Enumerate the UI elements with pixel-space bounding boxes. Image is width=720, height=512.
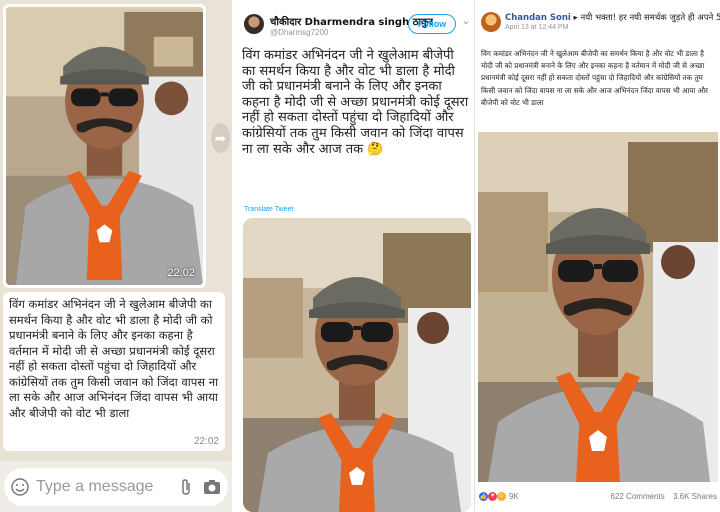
reactions-count: 9K xyxy=(509,491,519,501)
camera-icon[interactable] xyxy=(202,477,222,497)
reactions[interactable]: 👍 ♥ ☺ 9K xyxy=(479,491,519,501)
paperclip-icon[interactable] xyxy=(176,477,196,497)
facebook-post-panel: Chandan Soni ▸ नयी भक्ता! हर नयी समर्थक … xyxy=(474,0,720,512)
love-icon: ♥ xyxy=(488,491,497,501)
follow-button[interactable]: Follow xyxy=(408,14,456,34)
tweet-text: विंग कमांडर अभिनंदन जी ने खुलेआम बीजेपी … xyxy=(242,48,469,157)
post-author-line: Chandan Soni ▸ नयी भक्ता! हर नयी समर्थक … xyxy=(505,12,720,23)
haha-icon: ☺ xyxy=(497,491,506,501)
comments-count[interactable]: 622 Comments xyxy=(610,492,664,501)
avatar[interactable] xyxy=(244,14,264,34)
post-text: विंग कमांडर अभिनंदन जी ने खुलेआम बीजेपी … xyxy=(481,49,708,107)
message-text: विंग कमांडर अभिनंदन जी ने खुलेआम बीजेपी … xyxy=(9,297,219,420)
message-input-bar: Type a message xyxy=(0,461,232,512)
smiley-icon[interactable] xyxy=(10,477,30,497)
message-timestamp: 22:02 xyxy=(193,436,219,447)
image-message-bubble[interactable]: 22:02 xyxy=(3,4,206,288)
tweet-photo[interactable] xyxy=(243,218,471,512)
avatar[interactable] xyxy=(481,12,501,32)
shares-count[interactable]: 3.6K Shares xyxy=(673,492,717,501)
post-photo[interactable] xyxy=(478,132,718,482)
message-input[interactable]: Type a message xyxy=(4,467,228,506)
twitter-post-panel: चौकीदार Dharmendra singh ठाकुर @Dharmsg7… xyxy=(238,0,474,512)
input-placeholder: Type a message xyxy=(36,477,154,495)
post-stats: 622 Comments 3.6K Shares xyxy=(604,492,717,501)
user-handle[interactable]: @Dharmsg7200 xyxy=(270,28,328,37)
author-name[interactable]: Chandan Soni xyxy=(505,13,571,23)
man-with-scarf-photo[interactable]: 22:02 xyxy=(6,7,203,285)
chevron-down-icon[interactable]: ⌄ xyxy=(462,16,470,27)
text-message-bubble[interactable]: विंग कमांडर अभिनंदन जी ने खुलेआम बीजेपी … xyxy=(3,292,225,451)
post-header-text: ▸ नयी भक्ता! हर नयी समर्थक जुड़ते ही अपन… xyxy=(573,13,720,23)
like-icon: 👍 xyxy=(479,491,488,501)
whatsapp-chat-panel: 22:02 ➦ विंग कमांडर अभिनंदन जी ने खुलेआम… xyxy=(0,0,232,512)
post-date[interactable]: April 13 at 12:44 PM xyxy=(505,24,568,31)
tweet-header: चौकीदार Dharmendra singh ठाकुर @Dharmsg7… xyxy=(242,10,470,46)
translate-tweet-link[interactable]: Translate Tweet xyxy=(244,206,293,213)
share-arrow-icon[interactable]: ➦ xyxy=(211,123,230,153)
post-footer: 👍 ♥ ☺ 9K 622 Comments 3.6K Shares xyxy=(479,486,717,506)
image-timestamp: 22:02 xyxy=(167,267,195,279)
